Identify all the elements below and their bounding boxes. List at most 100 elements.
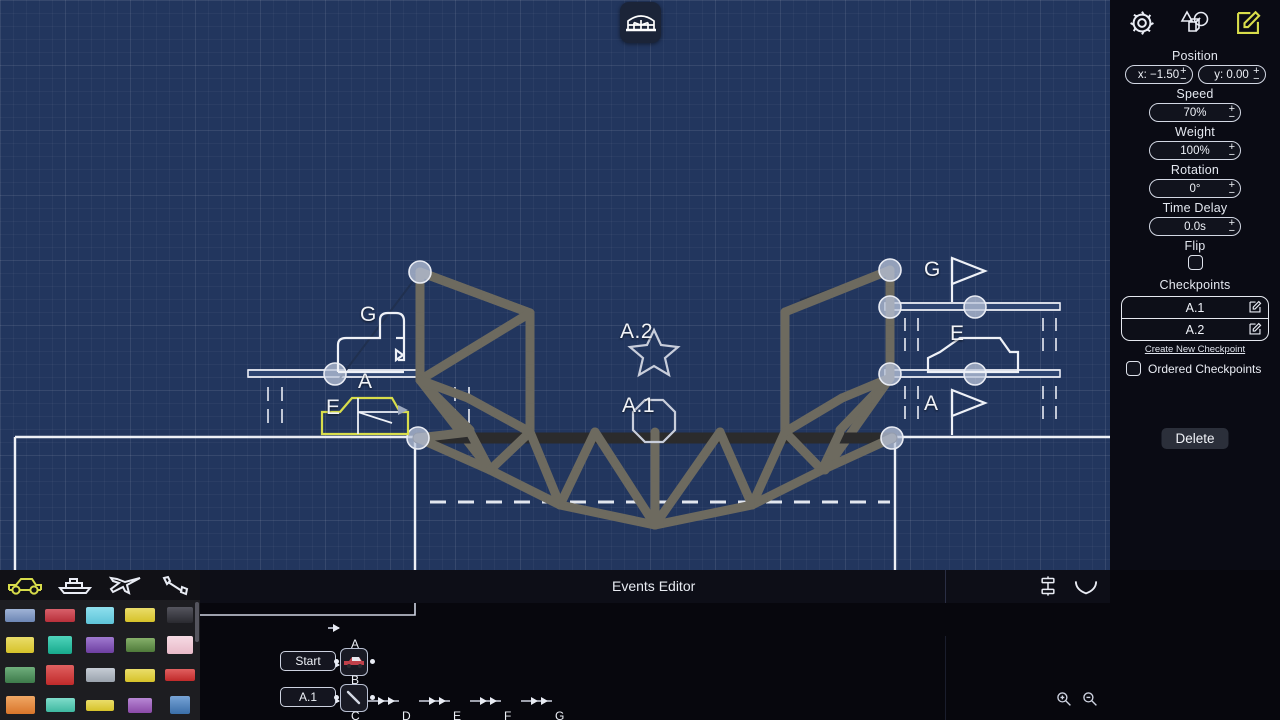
event-node-a[interactable] <box>340 648 368 676</box>
car-selected-detail <box>357 398 408 434</box>
speed-stepper[interactable]: + − <box>1229 104 1235 123</box>
time-delay-stepper[interactable]: + − <box>1229 218 1235 237</box>
palette-vehicle-item[interactable] <box>40 660 80 690</box>
zoom-in-icon[interactable] <box>1056 691 1072 712</box>
rotation-value: 0° <box>1189 182 1201 195</box>
palette-vehicle-item[interactable] <box>160 690 200 720</box>
road-right <box>884 302 1061 419</box>
palette-vehicle-item[interactable] <box>80 600 120 630</box>
palette-vehicle-item[interactable] <box>80 690 120 720</box>
shapes-icon[interactable] <box>1178 6 1212 40</box>
bridge-mode-button[interactable] <box>620 2 661 43</box>
ordered-checkpoints-checkbox[interactable] <box>1126 361 1141 376</box>
palette-vehicle-item[interactable] <box>40 690 80 720</box>
position-label: Position <box>1171 49 1219 63</box>
selection-bracket <box>200 603 416 616</box>
header-divider <box>945 570 946 603</box>
position-y-stepper[interactable]: + − <box>1253 66 1259 85</box>
chevron-down-icon[interactable] <box>1074 576 1098 601</box>
palette-vehicle-item[interactable] <box>160 600 200 630</box>
create-new-checkpoint-link[interactable]: Create New Checkpoint <box>1110 344 1280 355</box>
bridge-icon <box>625 14 656 31</box>
checkpoints-list: A.1 A.2 <box>1121 296 1269 341</box>
bridge-truss <box>412 265 898 530</box>
palette-vehicle-item[interactable] <box>0 600 40 630</box>
time-delay-input[interactable]: 0.0s + − <box>1149 217 1241 237</box>
event-node-label-c: C <box>351 709 360 720</box>
rotation-input[interactable]: 0° + − <box>1149 179 1241 199</box>
event-node-b-out-port[interactable] <box>370 695 375 700</box>
rotation-stepper[interactable]: + − <box>1229 180 1235 199</box>
position-x-stepper[interactable]: + − <box>1180 66 1186 85</box>
weight-row: 100% + − <box>1110 141 1280 161</box>
position-row: x: −1.50 + − y: 0.00 + − <box>1110 65 1280 85</box>
checkpoint-item-a2[interactable]: A.2 <box>1122 318 1268 340</box>
time-delay-label: Time Delay <box>1162 201 1228 215</box>
delete-button[interactable]: Delete <box>1161 428 1229 449</box>
palette-vehicle-item[interactable] <box>0 660 40 690</box>
checkpoint-a1-edit-icon[interactable] <box>1248 300 1262 317</box>
event-node-label-f: F <box>504 709 512 720</box>
palette-vehicle-item[interactable] <box>0 630 40 660</box>
palette-vehicle-item[interactable] <box>40 630 80 660</box>
blueprint-canvas[interactable]: G A E A.2 A.1 G E A <box>0 0 1110 570</box>
flip-label: Flip <box>1184 239 1206 253</box>
palette-scrollbar[interactable] <box>195 602 199 642</box>
event-node-a-out-port[interactable] <box>370 659 375 664</box>
weight-stepper[interactable]: + − <box>1229 142 1235 161</box>
event-trigger-start[interactable]: Start <box>280 651 336 671</box>
align-icon[interactable] <box>1038 576 1058 601</box>
flag-G <box>950 256 989 302</box>
speed-value: 70% <box>1183 106 1207 119</box>
weight-value: 100% <box>1180 144 1210 157</box>
speed-input[interactable]: 70% + − <box>1149 103 1241 123</box>
position-x-value: x: −1.50 <box>1137 68 1180 81</box>
palette-grid <box>0 600 200 720</box>
flag-A <box>950 388 989 435</box>
ramp-icon <box>346 690 361 705</box>
palette-vehicle-item[interactable] <box>120 600 160 630</box>
palette-vehicle-item[interactable] <box>120 660 160 690</box>
event-node-b-in-port[interactable] <box>334 695 339 700</box>
event-trigger-a1[interactable]: A.1 <box>280 687 336 707</box>
bottom-bar: Events Editor Start A A.1 B C D E F G <box>0 570 1280 720</box>
palette-tab-plane[interactable] <box>100 570 150 600</box>
position-y-value: y: 0.00 <box>1214 68 1249 81</box>
palette-vehicle-item[interactable] <box>160 660 200 690</box>
weight-input[interactable]: 100% + − <box>1149 141 1241 161</box>
palette-vehicle-item[interactable] <box>120 630 160 660</box>
position-x-input[interactable]: x: −1.50 + − <box>1124 65 1193 85</box>
ordered-checkpoints-label: Ordered Checkpoints <box>1148 361 1262 376</box>
event-node-label-g: G <box>555 709 565 720</box>
palette-tab-boat[interactable] <box>50 570 100 600</box>
vehicle-outline-truck <box>336 311 406 374</box>
palette-tab-wrench[interactable] <box>150 570 200 600</box>
flip-checkbox[interactable] <box>1187 255 1203 270</box>
car-red-icon <box>344 657 364 668</box>
position-y-input[interactable]: y: 0.00 + − <box>1197 65 1266 85</box>
scene-svg <box>13 256 1110 570</box>
edit-icon[interactable] <box>1231 6 1265 40</box>
weight-label: Weight <box>1175 125 1215 139</box>
zoom-out-icon[interactable] <box>1082 691 1098 712</box>
palette-tabs <box>0 570 200 600</box>
gear-icon[interactable] <box>1125 6 1159 40</box>
palette-vehicle-item[interactable] <box>160 630 200 660</box>
palette-vehicle-item[interactable] <box>80 660 120 690</box>
checkpoint-a2-edit-icon[interactable] <box>1248 322 1262 339</box>
speed-label: Speed <box>1176 87 1214 101</box>
app-root: G A E A.2 A.1 G E A Position x: −1.50 + … <box>0 0 1280 720</box>
palette-vehicle-item[interactable] <box>0 690 40 720</box>
rotation-row: 0° + − <box>1110 179 1280 199</box>
event-node-a-in-port[interactable] <box>334 659 339 664</box>
palette-vehicle-item[interactable] <box>40 600 80 630</box>
checkpoint-item-a1[interactable]: A.1 <box>1122 297 1268 318</box>
events-editor-header: Events Editor <box>200 570 1110 604</box>
event-node-b[interactable] <box>340 684 368 712</box>
palette-vehicle-item[interactable] <box>80 630 120 660</box>
palette-vehicle-item[interactable] <box>120 690 160 720</box>
events-editor-body[interactable]: Start A A.1 B A.2 <box>200 603 1110 720</box>
checkpoint-a2-label: A.2 <box>1185 322 1205 337</box>
vehicle-palette <box>0 570 200 720</box>
palette-tab-car[interactable] <box>0 570 50 600</box>
